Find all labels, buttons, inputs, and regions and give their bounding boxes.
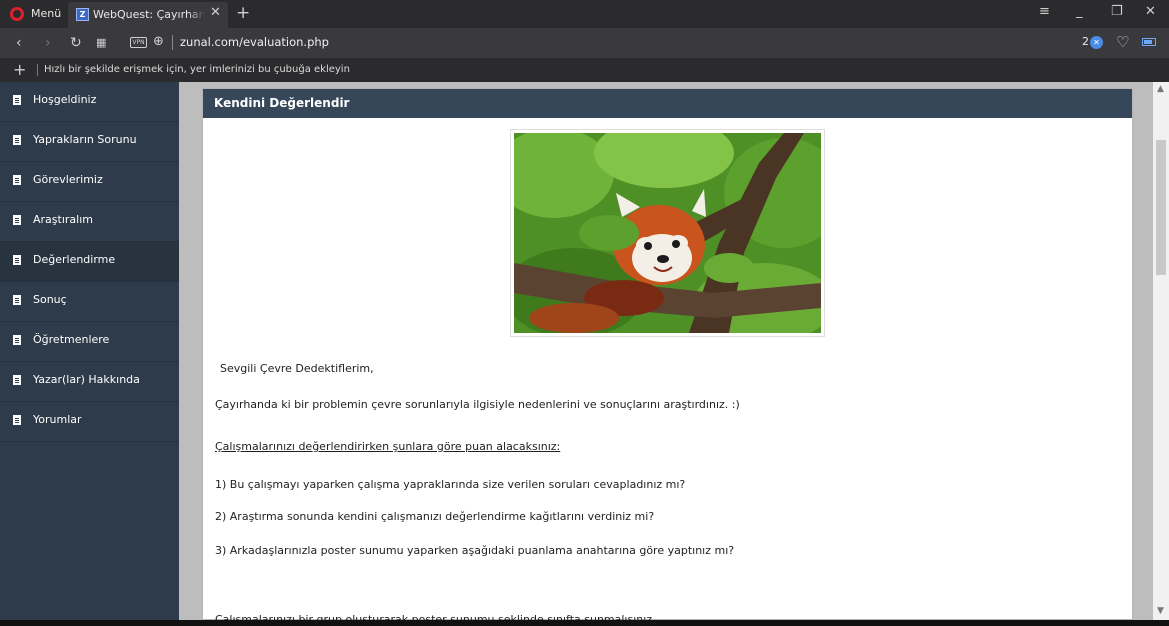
sidebar-item-hosgeldiniz[interactable]: Hoşgeldiniz — [0, 82, 179, 122]
content-panel: Kendini Değerlendir Sevgili Çevre Dedekt… — [202, 88, 1133, 626]
sidebar-item-arastiralim[interactable]: Araştıralım — [0, 202, 179, 242]
heart-icon[interactable]: ♡ — [1116, 33, 1129, 51]
document-icon — [13, 95, 21, 105]
sidebar-item-sonuc[interactable]: Sonuç — [0, 282, 179, 322]
zunal-favicon-icon: Z — [76, 8, 89, 21]
address-bar: ‹ › ↻ ▦ VPN ⊕ zunal.com/evaluation.php 2… — [0, 28, 1169, 58]
taskbar-edge — [0, 620, 1169, 626]
greeting-text: Sevgili Çevre Dedektiflerim, — [220, 362, 374, 375]
forward-icon[interactable]: › — [45, 35, 51, 51]
restore-icon[interactable]: ❐ — [1111, 4, 1123, 19]
bookmarks-separator — [37, 64, 38, 76]
red-panda-image-frame — [510, 129, 825, 337]
window-close-icon[interactable]: ✕ — [1145, 4, 1156, 19]
document-icon — [13, 415, 21, 425]
battery-icon[interactable] — [1142, 38, 1156, 46]
scroll-down-icon[interactable]: ▼ — [1157, 606, 1164, 616]
panel-header: Kendini Değerlendir — [203, 89, 1132, 118]
red-panda-illustration — [514, 133, 821, 333]
document-icon — [13, 295, 21, 305]
globe-icon[interactable]: ⊕ — [153, 34, 164, 49]
back-icon[interactable]: ‹ — [16, 35, 22, 51]
scroll-up-icon[interactable]: ▲ — [1157, 84, 1164, 94]
sidebar-item-yorumlar[interactable]: Yorumlar — [0, 402, 179, 442]
sidebar-item-label: Görevlerimiz — [33, 173, 103, 186]
sidebar-item-yapraklarin-sorunu[interactable]: Yaprakların Sorunu — [0, 122, 179, 162]
browser-tab[interactable]: Z WebQuest: Çayırhan'ın Çevre Sorunları … — [68, 2, 228, 28]
bookmarks-bar: + Hızlı bir şekilde erişmek için, yer im… — [0, 58, 1169, 82]
criteria-item-3: 3) Arkadaşlarınızla poster sunumu yapark… — [215, 544, 735, 557]
browser-menu-button[interactable]: Menü — [31, 7, 61, 20]
page-title: Kendini Değerlendir — [214, 96, 350, 110]
document-icon — [13, 175, 21, 185]
document-icon — [13, 135, 21, 145]
document-icon — [13, 335, 21, 345]
sidebar-item-label: Yazar(lar) Hakkında — [33, 373, 140, 386]
sidebar-item-label: Araştıralım — [33, 213, 93, 226]
opera-logo-icon[interactable] — [10, 7, 24, 21]
ad-blocker-icon[interactable]: ✕ — [1090, 36, 1103, 49]
sidebar-item-yazarlar-hakkinda[interactable]: Yazar(lar) Hakkında — [0, 362, 179, 402]
page-scrollbar[interactable]: ▲ ▼ — [1153, 82, 1169, 620]
close-icon[interactable]: ✕ — [210, 5, 221, 20]
sidebar-item-gorevlerimiz[interactable]: Görevlerimiz — [0, 162, 179, 202]
red-panda-photo — [514, 133, 821, 333]
sidebar-nav: Hoşgeldiniz Yaprakların Sorunu Görevleri… — [0, 82, 179, 620]
criteria-item-1: 1) Bu çalışmayı yaparken çalışma yaprakl… — [215, 478, 686, 491]
sidebar-item-label: Yorumlar — [33, 413, 82, 426]
bookmarks-hint: Hızlı bir şekilde erişmek için, yer imle… — [44, 64, 350, 75]
sidebar-item-label: Hoşgeldiniz — [33, 93, 97, 106]
web-page: Hoşgeldiniz Yaprakların Sorunu Görevleri… — [0, 82, 1169, 626]
reload-icon[interactable]: ↻ — [70, 35, 82, 51]
url-field[interactable]: zunal.com/evaluation.php — [180, 35, 329, 49]
scroll-thumb[interactable] — [1156, 140, 1166, 275]
add-bookmark-icon[interactable]: + — [13, 60, 26, 79]
document-icon — [13, 375, 21, 385]
speed-dial-icon[interactable]: ▦ — [96, 36, 106, 49]
ad-block-count: 2 — [1082, 35, 1089, 48]
document-icon — [13, 255, 21, 265]
document-icon — [13, 215, 21, 225]
browser-tab-bar: Menü Z WebQuest: Çayırhan'ın Çevre Sorun… — [0, 0, 1169, 28]
sidebar-item-ogretmenlere[interactable]: Öğretmenlere — [0, 322, 179, 362]
address-separator — [172, 35, 173, 50]
sidebar-item-label: Yaprakların Sorunu — [33, 133, 137, 146]
sidebar-item-label: Öğretmenlere — [33, 333, 110, 346]
sidebar-item-label: Değerlendirme — [33, 253, 116, 266]
tab-menu-icon[interactable]: ≡ — [1039, 4, 1050, 19]
sidebar-item-degerlendirme[interactable]: Değerlendirme — [0, 242, 179, 282]
criteria-item-2: 2) Araştırma sonunda kendini çalışmanızı… — [215, 510, 655, 523]
tab-title: WebQuest: Çayırhan'ın Çevre Sorunları — [93, 8, 205, 21]
plus-icon[interactable]: + — [236, 3, 250, 23]
vpn-badge[interactable]: VPN — [130, 37, 147, 48]
criteria-heading: Çalışmalarınızı değerlendirirken şunlara… — [215, 440, 561, 453]
sidebar-item-label: Sonuç — [33, 293, 67, 306]
minimize-icon[interactable]: _ — [1076, 4, 1083, 19]
intro-paragraph: Çayırhanda ki bir problemin çevre sorunl… — [215, 398, 740, 411]
